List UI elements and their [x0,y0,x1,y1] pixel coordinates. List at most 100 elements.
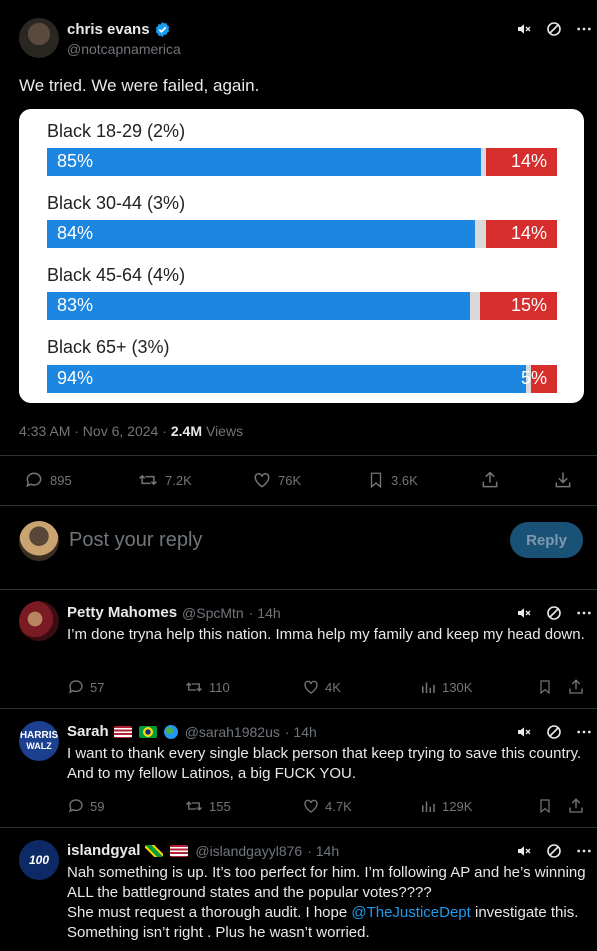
poll-bar-left-value: 83% [57,295,94,315]
poll-bar-left-value: 94% [57,368,94,388]
poll-bar-right-value: 15% [510,295,547,315]
divider [0,505,597,506]
more-icon[interactable] [576,724,592,740]
share-icon [567,797,585,815]
heart-icon [302,797,320,815]
reply-item[interactable]: 100 islandgyal @islandgayyl876 · 14h Nah… [0,828,597,951]
reply-text: I’m done tryna help this nation. Imma he… [67,626,585,643]
jamaica-flag-icon [145,844,164,857]
poll-bar-right: 14% [485,148,557,176]
reply-item[interactable]: Petty Mahomes @SpcMtn · 14h I’m done try… [0,590,597,708]
reply-count-button[interactable]: 895 [24,470,72,490]
brazil-flag-icon [138,725,157,738]
poll-bar-left: 84% [47,220,476,248]
share-icon [567,678,585,696]
repost-count: 7.2K [165,472,192,488]
poll-bar-row: 94% 5% [47,365,557,393]
verified-badge-icon [154,21,171,38]
reply-author-name[interactable]: Sarah [67,723,109,740]
block-icon[interactable] [546,843,562,859]
poll-bar-left: 94% [47,365,527,393]
reply-views-button[interactable]: 130K [419,678,472,696]
reply-text: I want to thank every single black perso… [67,745,582,782]
views-icon [419,678,437,696]
reply-text-line: Something isn’t right . Plus he wasn’t w… [67,924,370,941]
reply-time[interactable]: · 14h [307,843,339,859]
reply-author-handle[interactable]: @islandgayyl876 [195,843,302,859]
reply-bookmark-button[interactable] [537,797,553,815]
reply-author-avatar[interactable]: HARRIS WALZ [19,721,59,761]
reply-like-button[interactable]: 4K [302,678,341,696]
reply-share-button[interactable] [567,797,585,815]
block-icon[interactable] [546,605,562,621]
us-flag-icon [170,844,189,857]
reply-author-name[interactable]: Petty Mahomes [67,604,177,621]
reply-author-handle[interactable]: @sarah1982us [185,724,280,740]
repost-icon [184,678,204,696]
reply-item[interactable]: HARRIS WALZ Sarah @sarah1982us · 14h I w… [0,709,597,827]
reply-author-name[interactable]: islandgyal [67,842,140,859]
reply-time[interactable]: · 14h [249,605,281,621]
mention-link[interactable]: @TheJusticeDept [351,904,470,921]
block-icon[interactable] [546,21,562,37]
reply-input[interactable]: Post your reply [69,529,202,552]
reply-share-button[interactable] [567,678,585,696]
poll-bar-right-value: 14% [510,151,547,171]
tweet-text: We tried. We were failed, again. [19,76,260,95]
reply-repost-button[interactable]: 155 [184,797,231,815]
reply-repost-count: 155 [209,798,231,814]
reply-like-count: 4K [325,679,341,695]
poll-bar-left: 85% [47,148,481,176]
mute-icon[interactable] [516,605,532,621]
repost-button[interactable]: 7.2K [137,470,192,490]
reply-author-handle[interactable]: @SpcMtn [182,605,244,621]
current-user-avatar[interactable] [19,521,59,561]
reply-author-avatar[interactable] [19,601,59,641]
poll-bar-right: 5% [521,365,557,393]
reply-header: Petty Mahomes @SpcMtn · 14h [67,604,281,621]
reply-bookmark-button[interactable] [537,678,553,696]
reply-button[interactable]: Reply [510,522,583,558]
share-icon [480,470,500,490]
heart-icon [252,470,272,490]
divider [0,455,597,456]
reply-views-button[interactable]: 129K [419,797,472,815]
block-icon[interactable] [546,724,562,740]
reply-reply-button[interactable]: 57 [67,678,104,696]
like-button[interactable]: 76K [252,470,301,490]
poll-row-label: Black 18-29 (2%) [47,121,186,141]
reply-text-line: Nah something is up. It’s too perfect fo… [67,864,586,901]
reply-reply-button[interactable]: 59 [67,797,104,815]
author-avatar[interactable] [19,18,59,58]
more-icon[interactable] [576,21,592,37]
reply-reply-count: 57 [90,679,105,695]
mute-icon[interactable] [516,21,532,37]
tweet-top-actions [516,21,592,37]
reply-repost-button[interactable]: 110 [184,678,230,696]
tweet-timestamp[interactable]: 4:33 AM · Nov 6, 2024 · [19,423,167,439]
download-icon [553,470,573,490]
author-handle[interactable]: @notcapnamerica [67,41,181,57]
share-button[interactable] [480,470,500,490]
reply-icon [67,797,85,815]
reply-text-segment: investigate this. [470,904,579,921]
reply-like-button[interactable]: 4.7K [302,797,352,815]
bookmark-button[interactable]: 3.6K [367,470,418,490]
poll-bar-right-value: 14% [510,223,547,243]
poll-row-label: Black 30-44 (3%) [47,193,186,213]
author-name[interactable]: chris evans [67,21,150,38]
mute-icon[interactable] [516,724,532,740]
poll-image-card[interactable]: Black 18-29 (2%) 85% 14% Black 30-44 (3%… [19,109,584,403]
mute-icon[interactable] [516,843,532,859]
more-icon[interactable] [576,605,592,621]
us-flag-icon [113,725,132,738]
reply-author-avatar[interactable]: 100 [19,840,59,880]
poll-bar-right-value: 5% [520,368,547,388]
reply-reply-count: 59 [90,798,105,814]
download-button[interactable] [553,470,573,490]
avatar-text: 100 [28,853,50,867]
more-icon[interactable] [576,843,592,859]
reply-time[interactable]: · 14h [285,724,317,740]
poll-bar-left-value: 84% [57,223,94,243]
author-name-row[interactable]: chris evans [67,21,171,38]
